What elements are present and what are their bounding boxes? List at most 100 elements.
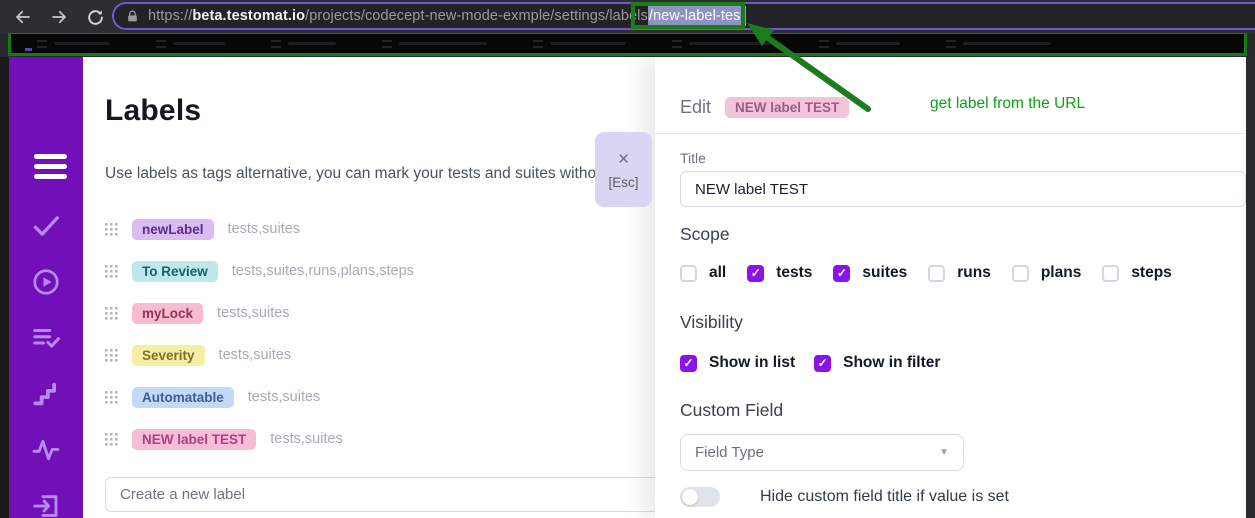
label-badge[interactable]: myLock — [132, 303, 203, 324]
title-field-label: Title — [680, 150, 706, 166]
hide-title-toggle[interactable] — [680, 487, 720, 507]
bookmark-item[interactable] — [946, 40, 1051, 48]
annotation-url-highlight-rect — [631, 2, 745, 29]
visibility-checkbox-show-in-list[interactable]: ✓ — [680, 355, 697, 372]
drag-handle-icon[interactable] — [105, 306, 118, 320]
drag-handle-icon[interactable] — [105, 432, 118, 446]
scope-option-label: plans — [1041, 264, 1081, 282]
scope-option: plans — [1012, 264, 1081, 282]
bookmark-icon — [819, 40, 829, 48]
bookmark-icon — [946, 40, 956, 48]
url-scheme: https:// — [148, 8, 192, 24]
label-badge[interactable]: To Review — [132, 261, 218, 282]
scope-checkbox-plans[interactable] — [1012, 265, 1029, 282]
steps-icon[interactable] — [30, 377, 63, 410]
bookmark-label — [399, 42, 487, 45]
scope-option: runs — [928, 264, 991, 282]
label-badge[interactable]: NEW label TEST — [132, 429, 256, 450]
label-scope-list: tests,suites — [248, 389, 321, 405]
label-scope-list: tests,suites — [219, 347, 292, 363]
scope-heading: Scope — [680, 224, 730, 245]
drag-handle-icon[interactable] — [105, 222, 118, 236]
bookmark-label — [689, 42, 773, 45]
play-circle-icon[interactable] — [30, 265, 63, 298]
drag-handle-icon[interactable] — [105, 390, 118, 404]
panel-header-badge: NEW label TEST — [725, 97, 849, 118]
visibility-option: ✓ Show in filter — [814, 354, 940, 372]
reload-button[interactable] — [82, 4, 108, 30]
scope-option-label: all — [709, 264, 726, 282]
scope-checkbox-runs[interactable] — [928, 265, 945, 282]
scope-option: ✓ tests — [747, 264, 812, 282]
scope-checkbox-all[interactable] — [680, 265, 697, 282]
bookmark-label — [550, 42, 626, 45]
label-row: To Reviewtests,suites,runs,plans,steps — [105, 250, 645, 292]
drag-handle-icon[interactable] — [105, 348, 118, 362]
window-scrollbar-strip[interactable] — [1246, 57, 1255, 518]
bookmark-label — [963, 42, 1051, 45]
bookmark-item[interactable] — [156, 40, 225, 48]
check-icon: ✓ — [818, 357, 828, 369]
bookmark-item[interactable] — [672, 40, 773, 48]
label-badge[interactable]: Automatable — [132, 387, 234, 408]
exit-icon[interactable] — [30, 489, 63, 518]
scope-checkbox-tests[interactable]: ✓ — [747, 265, 764, 282]
bookmark-label — [54, 42, 110, 45]
back-arrow-icon — [17, 12, 29, 23]
window-edge-left — [0, 57, 9, 518]
drag-handle-icon[interactable] — [105, 264, 118, 278]
list-check-icon[interactable] — [30, 321, 63, 354]
forward-button[interactable] — [46, 4, 72, 30]
menu-icon[interactable] — [34, 154, 67, 184]
scope-option-label: tests — [776, 264, 812, 282]
scope-option-label: runs — [957, 264, 991, 282]
label-scope-list: tests,suites — [217, 305, 290, 321]
bookmark-icon — [156, 40, 166, 48]
scope-option-label: steps — [1131, 264, 1172, 282]
hide-title-toggle-label: Hide custom field title if value is set — [760, 488, 1009, 506]
label-row: Severity tests,suites — [105, 334, 645, 376]
edit-label-panel: Edit NEW label TEST Title Scope all✓test… — [655, 57, 1246, 518]
bookmark-icon — [382, 40, 392, 48]
check-icon: ✓ — [683, 357, 693, 369]
visibility-option: ✓ Show in list — [680, 354, 795, 372]
close-panel-button[interactable]: × [Esc] — [595, 132, 652, 207]
esc-hint: [Esc] — [608, 175, 638, 190]
bookmark-item[interactable] — [382, 40, 487, 48]
label-badge[interactable]: Severity — [132, 345, 205, 366]
check-icon[interactable] — [30, 209, 63, 242]
lock-icon — [126, 9, 139, 24]
chevron-down-icon: ▼ — [939, 447, 949, 458]
field-type-select[interactable]: Field Type ▼ — [680, 434, 964, 471]
scope-option: ✓suites — [833, 264, 907, 282]
scope-checkbox-steps[interactable] — [1102, 265, 1119, 282]
visibility-option-label: Show in filter — [843, 354, 940, 372]
bookmark-speck — [25, 48, 32, 51]
field-type-placeholder: Field Type — [695, 444, 764, 461]
bookmark-label — [173, 42, 225, 45]
sidebar — [9, 57, 83, 518]
visibility-options: ✓ Show in list ✓ Show in filter — [680, 354, 940, 372]
bookmark-item[interactable] — [533, 40, 626, 48]
bookmark-icon — [37, 40, 47, 48]
title-input[interactable] — [680, 171, 1246, 207]
toggle-knob — [682, 489, 698, 505]
back-button[interactable] — [10, 4, 36, 30]
bookmarks-bar-highlight-rect — [8, 31, 1247, 56]
forward-arrow-icon — [53, 12, 65, 23]
visibility-option-label: Show in list — [709, 354, 795, 372]
close-icon: × — [618, 150, 629, 169]
bookmark-icon — [271, 40, 281, 48]
browser-toolbar: https://beta.testomat.io/projects/codece… — [0, 0, 1255, 33]
scope-checkbox-suites[interactable]: ✓ — [833, 265, 850, 282]
bookmark-item[interactable] — [37, 40, 110, 48]
url-host: beta.testomat.io — [192, 8, 305, 24]
activity-icon[interactable] — [30, 433, 63, 466]
bookmark-item[interactable] — [271, 40, 336, 48]
visibility-checkbox-show-in-filter[interactable]: ✓ — [814, 355, 831, 372]
page-description: Use labels as tags alternative, you can … — [105, 165, 645, 183]
visibility-heading: Visibility — [680, 312, 743, 333]
label-badge[interactable]: newLabel — [132, 219, 214, 240]
bookmark-item[interactable] — [819, 40, 900, 48]
panel-divider — [655, 133, 1246, 134]
